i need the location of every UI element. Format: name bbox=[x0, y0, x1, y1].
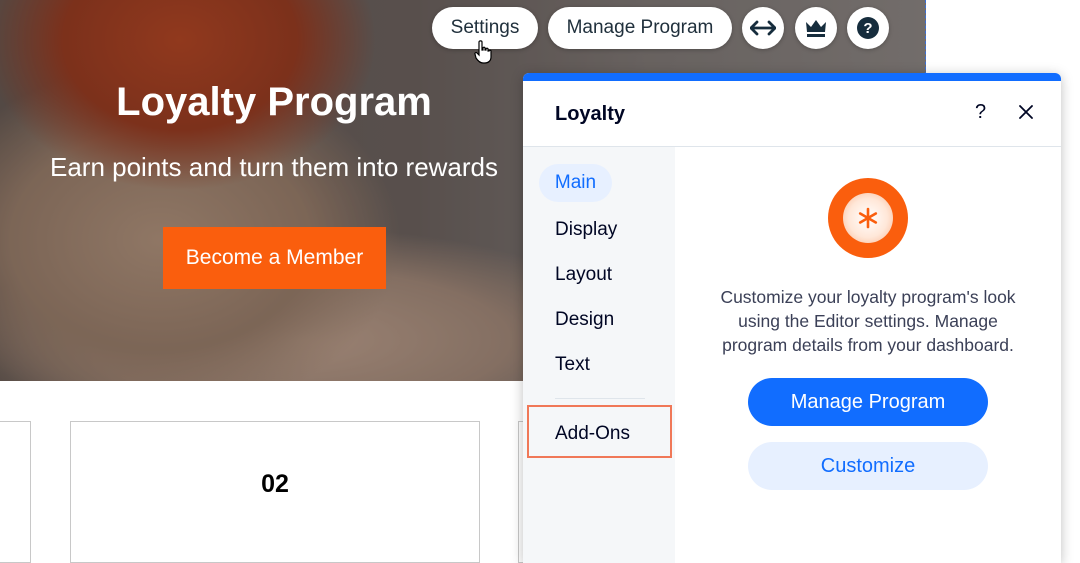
hero-title: Loyalty Program bbox=[116, 80, 432, 124]
nav-divider bbox=[555, 398, 645, 399]
nav-item-display[interactable]: Display bbox=[555, 219, 617, 241]
become-member-button[interactable]: Become a Member bbox=[163, 227, 386, 289]
panel-main-content: Customize your loyalty program's look us… bbox=[675, 147, 1061, 563]
panel-drag-bar[interactable] bbox=[523, 73, 1061, 81]
panel-description: Customize your loyalty program's look us… bbox=[720, 287, 1016, 355]
manage-program-button[interactable]: Manage Program bbox=[548, 7, 732, 49]
nav-item-text[interactable]: Text bbox=[555, 354, 590, 376]
help-icon[interactable]: ? bbox=[847, 7, 889, 49]
nav-item-layout[interactable]: Layout bbox=[555, 264, 612, 286]
crown-icon[interactable] bbox=[795, 7, 837, 49]
svg-text:?: ? bbox=[863, 20, 872, 37]
panel-help-icon[interactable]: ? bbox=[975, 101, 986, 124]
close-icon[interactable] bbox=[1019, 105, 1033, 119]
hand-cursor-icon bbox=[474, 40, 492, 64]
nav-item-main[interactable]: Main bbox=[539, 164, 612, 202]
manage-program-primary-button[interactable]: Manage Program bbox=[748, 378, 988, 426]
selection-edge bbox=[925, 0, 926, 80]
nav-item-add-ons[interactable]: Add-Ons bbox=[555, 423, 630, 445]
customize-button[interactable]: Customize bbox=[748, 442, 988, 490]
stretch-icon[interactable] bbox=[742, 7, 784, 49]
hero-subtitle: Earn points and turn them into rewards bbox=[49, 152, 499, 182]
loyalty-settings-panel: Loyalty ? Main Display Layout Design Tex… bbox=[523, 73, 1061, 563]
card-01 bbox=[0, 421, 31, 563]
card-number: 02 bbox=[261, 470, 289, 498]
panel-nav: Main Display Layout Design Text Add-Ons bbox=[523, 147, 675, 563]
card-02: 02 bbox=[70, 421, 480, 563]
nav-item-design[interactable]: Design bbox=[555, 309, 614, 331]
loyalty-logo-icon bbox=[828, 178, 908, 258]
panel-title: Loyalty bbox=[555, 103, 626, 125]
